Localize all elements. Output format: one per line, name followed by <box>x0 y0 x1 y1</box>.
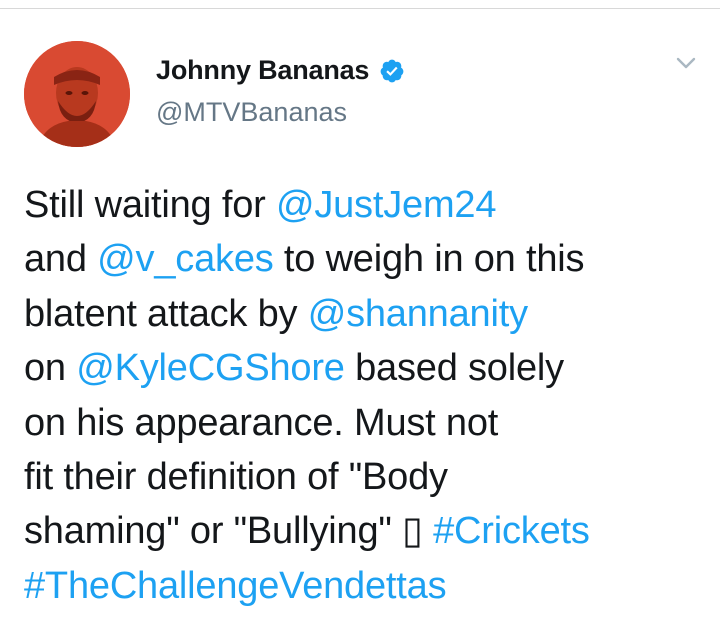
tweet-line: fit their definition of "Body <box>24 450 704 504</box>
top-divider <box>0 0 720 9</box>
tweet-text-segment: based solely <box>344 347 564 390</box>
tweet-text-segment: and <box>24 238 98 281</box>
mention-link[interactable]: @shannanity <box>308 293 528 335</box>
tweet-text: Still waiting for @JustJem24 and @v_cakes… <box>24 178 704 613</box>
hashtag-link[interactable]: #Crickets <box>433 510 590 552</box>
tweet-text-segment: on his appearance. Must not <box>24 401 499 444</box>
tweet-line: Still waiting for @JustJem24 <box>24 178 704 232</box>
hashtag-link[interactable]: #TheChallengeVendettas <box>24 565 447 607</box>
tweet-text-segment: shaming" or "Bullying" ▯ <box>24 510 434 553</box>
tweet-text-segment: to weigh in on this <box>273 238 585 281</box>
author-name-row[interactable]: Johnny Bananas <box>156 55 405 86</box>
tweet-line: on @KyleCGShore based solely <box>24 341 704 395</box>
verified-badge-icon <box>380 59 404 82</box>
tweet-line: on his appearance. Must not <box>24 396 704 450</box>
tweet-text-segment: blatent attack by <box>24 292 308 335</box>
tweet-text-segment: Still waiting for <box>24 184 276 226</box>
tweet-text-segment: fit their definition of "Body <box>24 456 448 499</box>
mention-link[interactable]: @JustJem24 <box>276 184 497 226</box>
user-handle[interactable]: @MTVBananas <box>156 97 347 128</box>
tweet-text-segment: on <box>24 347 77 390</box>
tweet-line: blatent attack by @shannanity <box>24 287 704 341</box>
avatar-image <box>24 41 130 147</box>
mention-link[interactable]: @v_cakes <box>97 238 274 280</box>
mention-link[interactable]: @KyleCGShore <box>76 347 345 389</box>
tweet-line: and @v_cakes to weigh in on this <box>24 232 704 286</box>
chevron-down-icon[interactable] <box>676 56 696 70</box>
tweet-line: #TheChallengeVendettas <box>24 559 704 613</box>
avatar[interactable] <box>24 41 130 147</box>
display-name[interactable]: Johnny Bananas <box>156 55 369 86</box>
tweet-line: shaming" or "Bullying" ▯ #Crickets <box>24 504 704 558</box>
